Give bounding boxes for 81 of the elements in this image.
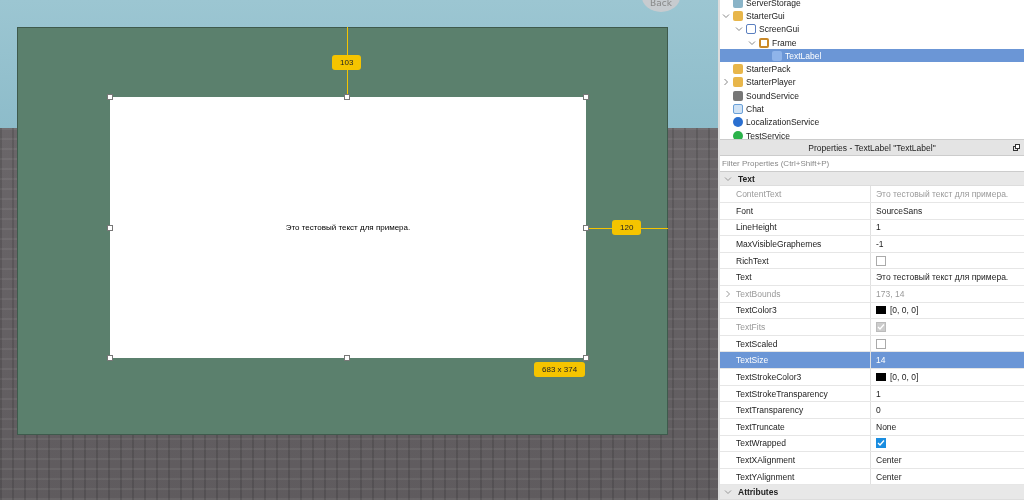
property-value: SourceSans	[876, 205, 923, 216]
property-row[interactable]: TextTransparency 0	[720, 402, 1024, 419]
property-name: TextTransparency	[736, 405, 804, 416]
property-name: TextStrokeColor3	[736, 371, 802, 382]
folder-icon	[733, 10, 743, 21]
color-swatch[interactable]	[876, 306, 886, 315]
color-swatch[interactable]	[876, 372, 886, 381]
property-name: TextTruncate	[736, 421, 785, 432]
property-name: Font	[736, 205, 753, 216]
checkbox[interactable]	[876, 438, 886, 449]
property-name: ContentText	[736, 189, 782, 200]
resize-handle[interactable]	[344, 94, 350, 100]
window-icon	[746, 24, 756, 35]
property-row[interactable]: Font SourceSans	[720, 203, 1024, 220]
property-value: None	[876, 421, 897, 432]
property-value: 173, 14	[876, 288, 905, 299]
checkbox[interactable]	[876, 338, 886, 349]
tree-item[interactable]: Chat	[720, 102, 1024, 116]
section-title: Text	[738, 173, 755, 184]
property-name: TextYAlignment	[736, 471, 795, 482]
property-value: [0, 0, 0]	[890, 305, 919, 316]
resize-handle[interactable]	[344, 355, 350, 361]
offset-tag: 120	[612, 220, 642, 235]
property-row[interactable]: TextStrokeColor3 [0, 0, 0]	[720, 369, 1024, 386]
folder-icon	[733, 77, 743, 88]
property-row[interactable]: Text Это тестовый текст для примера.	[720, 269, 1024, 287]
frame-icon	[759, 37, 769, 48]
section-header[interactable]: Attributes	[720, 485, 1024, 500]
tree-item[interactable]: ServerStorage	[720, 0, 1024, 10]
tree-item[interactable]: TestService	[720, 128, 1024, 140]
section-title: Attributes	[738, 487, 779, 498]
property-value: Center	[876, 471, 902, 482]
property-value: 0	[876, 405, 881, 416]
property-name: TextFits	[736, 322, 766, 333]
resize-handle[interactable]	[583, 94, 589, 100]
size-tag: 683 x 374	[534, 362, 586, 377]
property-value: 1	[876, 388, 881, 399]
property-name: RichText	[736, 255, 769, 266]
property-name: TextXAlignment	[736, 454, 796, 465]
folder-icon	[733, 64, 743, 75]
property-value: Это тестовый текст для примера.	[876, 272, 1009, 283]
resize-handle[interactable]	[583, 355, 589, 361]
property-name: TextColor3	[736, 305, 777, 316]
property-value: Center	[876, 454, 902, 465]
label-text: Это тестовый текст для примера.	[285, 223, 411, 232]
tree-item[interactable]: StarterPack	[720, 62, 1024, 76]
tree-item[interactable]: SoundService	[720, 89, 1024, 103]
tree-item[interactable]: LocalizationService	[720, 115, 1024, 129]
resize-handle[interactable]	[583, 225, 589, 231]
property-value: Это тестовый текст для примера.	[876, 189, 1009, 200]
property-value: [0, 0, 0]	[890, 371, 919, 382]
property-name: TextSize	[736, 355, 769, 366]
property-row[interactable]: TextXAlignment Center	[720, 452, 1024, 469]
checkmark-icon	[733, 130, 743, 140]
tree-item[interactable]: ScreenGui	[720, 22, 1024, 36]
checkbox[interactable]	[876, 255, 886, 266]
storage-icon	[733, 0, 743, 8]
tree-item[interactable]: Frame	[720, 35, 1024, 50]
property-name: TextStrokeTransparency	[736, 388, 828, 399]
property-name: LineHeight	[736, 222, 777, 233]
speaker-icon	[733, 90, 743, 101]
tree-item[interactable]: StarterGui	[720, 9, 1024, 23]
offset-tag: 103	[332, 55, 362, 70]
property-value: 1	[876, 222, 881, 233]
resize-handle[interactable]	[107, 94, 113, 100]
text-label-icon	[772, 50, 782, 61]
globe-icon	[733, 117, 743, 128]
property-value: 14	[876, 355, 886, 366]
property-name: Text	[736, 272, 752, 283]
undock-icon[interactable]	[1013, 144, 1020, 152]
property-name: MaxVisibleGraphemes	[736, 239, 822, 249]
property-value: -1	[876, 239, 884, 249]
chat-bubble-icon	[733, 104, 743, 114]
property-name: TextScaled	[736, 338, 778, 349]
tree-item[interactable]: StarterPlayer	[720, 75, 1024, 90]
property-name: TextBounds	[736, 288, 781, 299]
property-name: TextWrapped	[736, 438, 786, 449]
resize-handle[interactable]	[107, 225, 113, 231]
property-row[interactable]: MaxVisibleGraphemes -1	[720, 236, 1024, 253]
panel-title: Properties - TextLabel "TextLabel"	[808, 142, 936, 153]
resize-handle[interactable]	[107, 355, 113, 361]
